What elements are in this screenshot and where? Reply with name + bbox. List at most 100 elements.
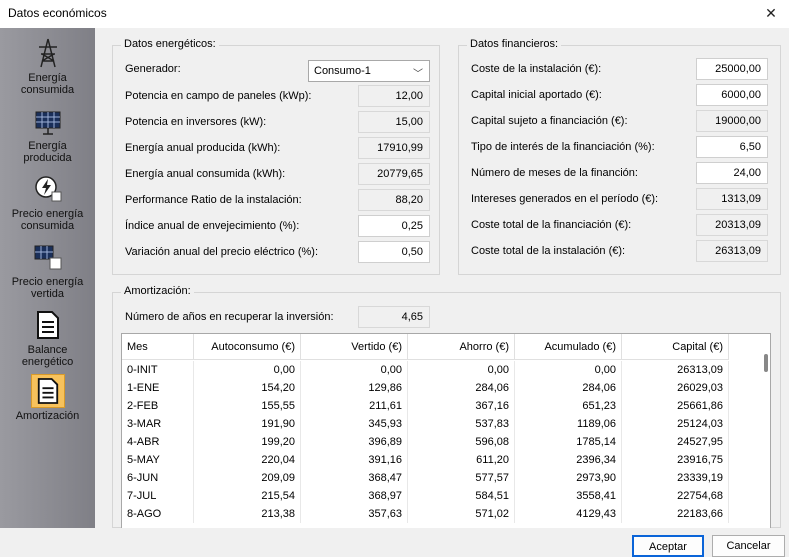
column-header[interactable]: Acumulado (€)	[515, 334, 622, 360]
table-row[interactable]: 3-MAR 191,90 345,93 537,83 1189,06 25124,03	[122, 415, 729, 433]
energia-consumida-label: Energía anual consumida (kWh):	[125, 168, 286, 180]
sidebar-item-label: vertida	[30, 288, 65, 300]
potencia-paneles-label: Potencia en campo de paneles (kWp):	[125, 90, 312, 102]
performance-ratio-label: Performance Ratio de la instalación:	[125, 194, 302, 206]
table-row[interactable]: 8-AGO 213,38 357,63 571,02 4129,43 22183,66	[122, 505, 729, 523]
table-cell: 0,00	[301, 361, 408, 379]
table-cell: 571,02	[408, 505, 515, 523]
table-cell: 611,20	[408, 451, 515, 469]
cancel-button[interactable]: Cancelar	[712, 535, 785, 557]
generador-value: Consumo-1	[314, 65, 371, 77]
numero-meses-input[interactable]: 24,00	[696, 162, 768, 184]
column-header[interactable]: Vertido (€)	[301, 334, 408, 360]
column-header[interactable]: Capital (€)	[622, 334, 729, 360]
envejecimiento-input[interactable]: 0,25	[358, 215, 430, 237]
column-header[interactable]: Mes	[122, 334, 194, 360]
group-title: Datos financieros:	[467, 38, 562, 50]
table-row[interactable]: 0-INIT 0,00 0,00 0,00 0,00 26313,09	[122, 361, 729, 379]
sidebar-item-energia-producida[interactable]: Energía producida	[0, 104, 95, 164]
sidebar-item-label: producida	[23, 152, 72, 164]
intereses-generados-value: 1313,09	[696, 188, 768, 210]
table-cell: 25124,03	[622, 415, 729, 433]
main-panel: Datos energéticos: Generador: Consumo-1 …	[95, 28, 789, 529]
table-cell: 3-MAR	[122, 415, 194, 433]
intereses-generados-label: Intereses generados en el período (€):	[471, 193, 659, 205]
solar-price-icon	[31, 240, 65, 274]
column-header[interactable]: Ahorro (€)	[408, 334, 515, 360]
table-cell: 26029,03	[622, 379, 729, 397]
coste-instalacion-input[interactable]: 25000,00	[696, 58, 768, 80]
table-cell: 215,54	[194, 487, 301, 505]
sidebar-item-balance[interactable]: Balance energético	[0, 308, 95, 368]
table-cell: 396,89	[301, 433, 408, 451]
table-header: Mes Autoconsumo (€) Vertido (€) Ahorro (…	[122, 334, 729, 360]
tipo-interes-label: Tipo de interés de la financiación (%):	[471, 141, 655, 153]
table-cell: 23916,75	[622, 451, 729, 469]
generador-label: Generador:	[125, 63, 181, 75]
table-cell: 6-JUN	[122, 469, 194, 487]
table-cell: 25661,86	[622, 397, 729, 415]
table-row[interactable]: 7-JUL 215,54 368,97 584,51 3558,41 22754,68	[122, 487, 729, 505]
coste-financiacion-label: Coste total de la financiación (€):	[471, 219, 632, 231]
sidebar-item-label: Balance	[27, 344, 68, 356]
coste-instalacion-label: Coste de la instalación (€):	[471, 63, 602, 75]
table-row[interactable]: 6-JUN 209,09 368,47 577,57 2973,90 23339,19	[122, 469, 729, 487]
table-cell: 596,08	[408, 433, 515, 451]
capital-inicial-input[interactable]: 6000,00	[696, 84, 768, 106]
table-row[interactable]: 1-ENE 154,20 129,86 284,06 284,06 26029,03	[122, 379, 729, 397]
sidebar-item-amortizacion[interactable]: Amortización	[0, 374, 95, 422]
variacion-precio-input[interactable]: 0,50	[358, 241, 430, 263]
sidebar-item-precio-vertida[interactable]: Precio energía vertida	[0, 240, 95, 300]
table-row[interactable]: 4-ABR 199,20 396,89 596,08 1785,14 24527,95	[122, 433, 729, 451]
table-row[interactable]: 2-FEB 155,55 211,61 367,16 651,23 25661,86	[122, 397, 729, 415]
generador-select[interactable]: Consumo-1 ﹀	[308, 60, 430, 82]
title-bar: Datos económicos ✕	[0, 0, 789, 28]
table-cell: 220,04	[194, 451, 301, 469]
potencia-inversores-value: 15,00	[358, 111, 430, 133]
table-cell: 577,57	[408, 469, 515, 487]
accept-button[interactable]: Aceptar	[632, 535, 704, 557]
energia-consumida-value: 20779,65	[358, 163, 430, 185]
sidebar-item-label: consumida	[20, 220, 75, 232]
scrollbar-thumb[interactable]	[764, 354, 768, 372]
table-cell: 0,00	[408, 361, 515, 379]
table-cell: 7-JUL	[122, 487, 194, 505]
envejecimiento-label: Índice anual de envejecimiento (%):	[125, 220, 300, 232]
table-cell: 23339,19	[622, 469, 729, 487]
table-row[interactable]: 5-MAY 220,04 391,16 611,20 2396,34 23916,75	[122, 451, 729, 469]
table-cell: 211,61	[301, 397, 408, 415]
table-cell: 284,06	[515, 379, 622, 397]
tipo-interes-input[interactable]: 6,50	[696, 136, 768, 158]
table-cell: 129,86	[301, 379, 408, 397]
table-cell: 209,09	[194, 469, 301, 487]
table-cell: 5-MAY	[122, 451, 194, 469]
energia-producida-value: 17910,99	[358, 137, 430, 159]
amortizacion-table[interactable]: Mes Autoconsumo (€) Vertido (€) Ahorro (…	[121, 333, 771, 529]
table-cell: 368,97	[301, 487, 408, 505]
table-cell: 357,63	[301, 505, 408, 523]
sidebar-item-energia-consumida[interactable]: Energía consumida	[0, 36, 95, 96]
close-icon[interactable]: ✕	[753, 0, 789, 26]
potencia-inversores-label: Potencia en inversores (kW):	[125, 116, 267, 128]
energia-producida-label: Energía anual producida (kWh):	[125, 142, 281, 154]
table-cell: 2396,34	[515, 451, 622, 469]
table-cell: 24527,95	[622, 433, 729, 451]
table-cell: 1-ENE	[122, 379, 194, 397]
group-title: Amortización:	[121, 285, 194, 297]
column-header[interactable]: Autoconsumo (€)	[194, 334, 301, 360]
coste-financiacion-value: 20313,09	[696, 214, 768, 236]
energeticos-group: Datos energéticos: Generador: Consumo-1 …	[112, 38, 440, 275]
table-cell: 368,47	[301, 469, 408, 487]
sidebar-item-label: consumida	[20, 84, 75, 96]
sidebar-item-precio-consumida[interactable]: Precio energía consumida	[0, 172, 95, 232]
group-title: Datos energéticos:	[121, 38, 219, 50]
coste-total-value: 26313,09	[696, 240, 768, 262]
chevron-down-icon: ﹀	[413, 69, 423, 80]
table-cell: 284,06	[408, 379, 515, 397]
table-cell: 584,51	[408, 487, 515, 505]
anios-recuperar-value: 4,65	[358, 306, 430, 328]
energy-price-icon	[31, 172, 65, 206]
sidebar-item-label: Energía	[28, 72, 67, 84]
dialog-window: Datos económicos ✕ Energía consumida Ene…	[0, 0, 789, 557]
table-cell: 8-AGO	[122, 505, 194, 523]
